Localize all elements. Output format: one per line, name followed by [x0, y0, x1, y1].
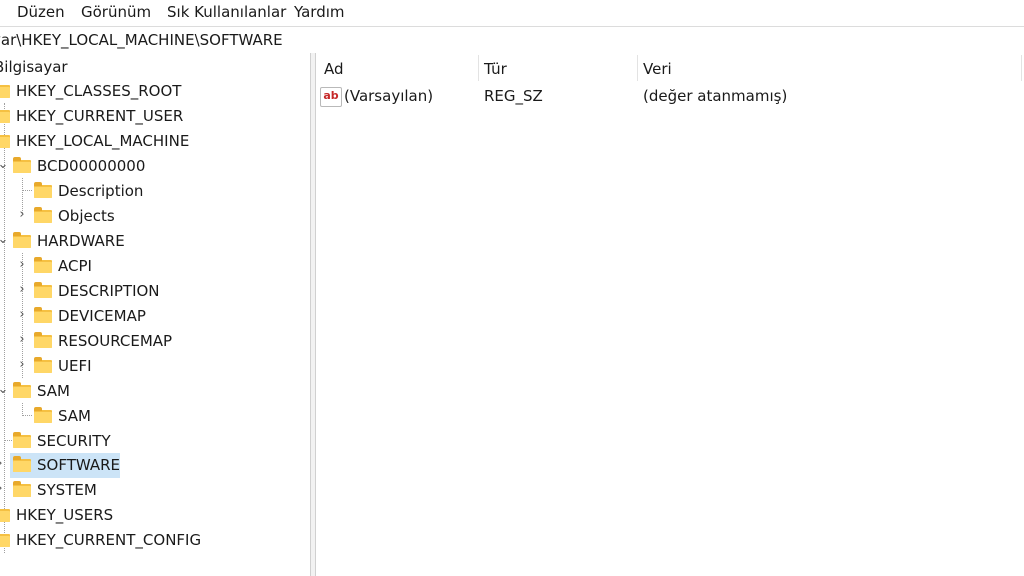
chevron-right-icon[interactable]: › [16, 207, 28, 222]
tree-item-label: Objects [58, 207, 115, 225]
folder-icon [0, 110, 10, 123]
menu-edit[interactable]: Düzen [17, 3, 65, 21]
string-value-icon: ab [320, 87, 342, 107]
folder-icon [13, 382, 31, 398]
folder-icon [0, 509, 10, 522]
menu-view[interactable]: Görünüm [81, 3, 151, 21]
chevron-right-icon[interactable]: › [0, 481, 6, 496]
chevron-right-icon[interactable]: › [16, 357, 28, 372]
tree-item-sam[interactable]: ⌄ SAM [0, 379, 310, 404]
folder-icon [0, 85, 10, 98]
tree-item-hkcc[interactable]: HKEY_CURRENT_CONFIG [0, 528, 310, 553]
tree-item-label: UEFI [58, 357, 92, 375]
tree-item-label: HKEY_USERS [16, 506, 114, 524]
tree-item-hkcu[interactable]: HKEY_CURRENT_USER [0, 104, 310, 129]
chevron-down-icon[interactable]: ⌄ [0, 382, 9, 397]
values-list[interactable]: Ad Tür Veri ab (Varsayılan) REG_SZ (değe… [316, 53, 1024, 576]
column-header-name[interactable]: Ad [324, 60, 344, 78]
tree-item-resourcemap[interactable]: › RESOURCEMAP [0, 329, 310, 354]
tree-item-security[interactable]: SECURITY [0, 429, 310, 454]
tree-item-hku[interactable]: HKEY_USERS [0, 503, 310, 528]
column-separator[interactable] [478, 55, 479, 81]
column-header-type[interactable]: Tür [484, 60, 507, 78]
tree-item-bcd-objects[interactable]: › Objects [0, 204, 310, 229]
folder-icon [13, 456, 31, 472]
tree-item-computer[interactable]: Bilgisayar [0, 55, 310, 80]
folder-icon [13, 232, 31, 248]
folder-icon [34, 332, 52, 348]
menu-help[interactable]: Yardım [294, 3, 345, 21]
address-bar[interactable]: yar\HKEY_LOCAL_MACHINE\SOFTWARE [0, 26, 1024, 54]
column-header-row: Ad Tür Veri [316, 53, 1024, 82]
menu-bar: Düzen Görünüm Sık Kullanılanlar Yardım [0, 0, 1024, 24]
folder-icon [34, 307, 52, 323]
tree-item-label: Description [58, 182, 144, 200]
table-row[interactable]: ab (Varsayılan) REG_SZ (değer atanmamış) [316, 86, 1024, 108]
column-header-data[interactable]: Veri [643, 60, 672, 78]
address-path[interactable]: yar\HKEY_LOCAL_MACHINE\SOFTWARE [0, 31, 283, 49]
folder-icon [0, 534, 10, 547]
tree-item-uefi[interactable]: › UEFI [0, 354, 310, 379]
tree-item-label: RESOURCEMAP [58, 332, 173, 350]
chevron-right-icon[interactable]: › [16, 307, 28, 322]
tree-item-label: Bilgisayar [0, 58, 68, 76]
folder-icon [34, 182, 52, 198]
tree-item-label: SOFTWARE [37, 456, 121, 474]
value-data: (değer atanmamış) [643, 87, 788, 105]
chevron-right-icon[interactable]: › [16, 282, 28, 297]
chevron-right-icon[interactable]: › [0, 456, 6, 471]
tree-item-hardware[interactable]: ⌄ HARDWARE [0, 229, 310, 254]
tree-item-system[interactable]: › SYSTEM [0, 478, 310, 503]
folder-icon [34, 407, 52, 423]
chevron-right-icon[interactable]: › [16, 332, 28, 347]
folder-icon [34, 207, 52, 223]
tree-item-label: SECURITY [37, 432, 111, 450]
tree-item-label: DEVICEMAP [58, 307, 146, 325]
chevron-down-icon[interactable]: ⌄ [0, 232, 9, 247]
tree-item-devicemap[interactable]: › DEVICEMAP [0, 304, 310, 329]
tree-item-label: HKEY_CLASSES_ROOT [16, 82, 182, 100]
column-separator[interactable] [1021, 55, 1022, 81]
tree-item-label: SYSTEM [37, 481, 97, 499]
folder-icon [34, 257, 52, 273]
column-separator[interactable] [637, 55, 638, 81]
folder-icon [13, 432, 31, 448]
tree-item-label: HKEY_LOCAL_MACHINE [16, 132, 190, 150]
value-type: REG_SZ [484, 87, 543, 105]
tree-item-label: DESCRIPTION [58, 282, 160, 300]
chevron-right-icon[interactable]: › [16, 257, 28, 272]
folder-icon [34, 282, 52, 298]
folder-icon [34, 357, 52, 373]
value-name: (Varsayılan) [344, 87, 434, 105]
tree-item-software[interactable]: › SOFTWARE [0, 453, 310, 478]
tree-item-hw-description[interactable]: › DESCRIPTION [0, 279, 310, 304]
tree-item-bcd[interactable]: ⌄ BCD00000000 [0, 154, 310, 179]
tree-item-sam-child[interactable]: SAM [0, 404, 310, 429]
folder-icon [13, 481, 31, 497]
folder-icon [13, 157, 31, 173]
registry-tree[interactable]: Bilgisayar HKEY_CLASSES_ROOT HKEY_CURREN… [0, 53, 310, 576]
tree-item-label: SAM [37, 382, 71, 400]
menu-favorites[interactable]: Sık Kullanılanlar [167, 3, 286, 21]
folder-icon [0, 135, 10, 148]
tree-item-bcd-description[interactable]: Description [0, 179, 310, 204]
tree-item-acpi[interactable]: › ACPI [0, 254, 310, 279]
tree-item-label: HKEY_CURRENT_CONFIG [16, 531, 202, 549]
tree-item-hklm[interactable]: HKEY_LOCAL_MACHINE [0, 129, 310, 154]
tree-item-label: SAM [58, 407, 92, 425]
tree-item-label: HARDWARE [37, 232, 125, 250]
tree-item-label: ACPI [58, 257, 92, 275]
tree-item-label: HKEY_CURRENT_USER [16, 107, 184, 125]
chevron-down-icon[interactable]: ⌄ [0, 157, 9, 172]
tree-item-hkcr[interactable]: HKEY_CLASSES_ROOT [0, 79, 310, 104]
tree-item-label: BCD00000000 [37, 157, 146, 175]
